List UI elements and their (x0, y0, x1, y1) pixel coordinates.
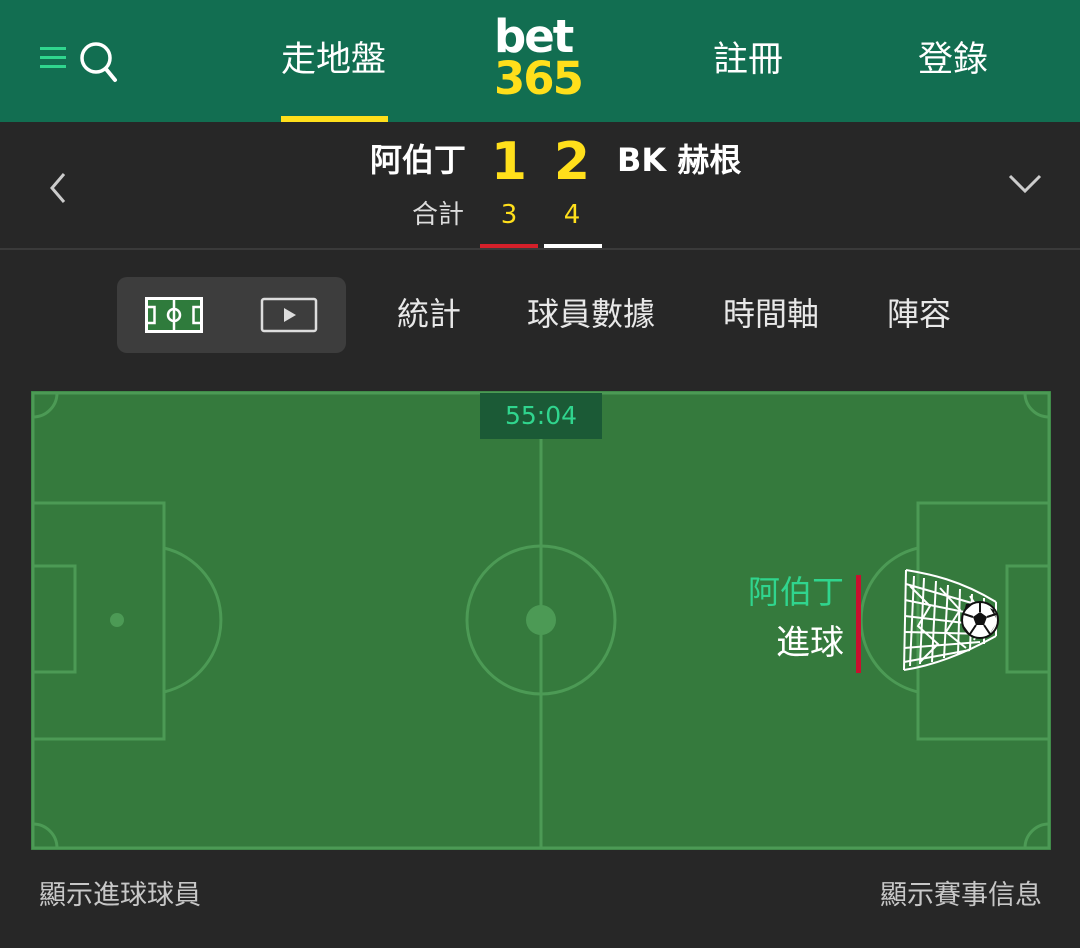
menu-icon[interactable] (40, 44, 70, 72)
show-scorers-link[interactable]: 顯示進球球員 (39, 876, 201, 916)
away-score: 2 (553, 132, 591, 192)
logo-text-bottom: 365 (494, 52, 584, 105)
top-header: 走地盤 bet 365 註冊 登錄 (0, 0, 1080, 122)
play-icon[interactable] (260, 297, 318, 333)
tab-lineup[interactable]: 陣容 (887, 292, 951, 336)
bet365-logo[interactable]: bet 365 (494, 14, 590, 102)
match-pitch (31, 391, 1051, 850)
match-scorebar: 阿伯丁 1 2 BK 赫根 合計 3 4 (0, 122, 1080, 250)
nav-register[interactable]: 註冊 (713, 36, 783, 84)
goal-net-ball-icon (903, 569, 999, 671)
nav-login[interactable]: 登錄 (918, 36, 988, 84)
event-team-name: 阿伯丁 (747, 573, 844, 611)
home-aggregate-score: 3 (500, 200, 518, 230)
tab-player-data[interactable]: 球員數據 (527, 292, 655, 336)
home-team-name: 阿伯丁 (369, 141, 466, 179)
event-type-label: 進球 (776, 623, 844, 663)
aggregate-label: 合計 (411, 200, 464, 230)
chevron-down-icon[interactable] (1006, 170, 1044, 198)
view-toggle (117, 277, 346, 353)
search-icon[interactable] (78, 40, 118, 84)
home-score: 1 (490, 132, 528, 192)
chevron-left-icon[interactable] (44, 168, 74, 208)
nav-live-betting[interactable]: 走地盤 (281, 36, 386, 84)
pitch-icon[interactable] (145, 297, 203, 333)
event-team-indicator (856, 575, 861, 673)
away-aggregate-score: 4 (563, 200, 581, 230)
tab-stats[interactable]: 統計 (397, 292, 461, 336)
home-team-color-bar (480, 244, 538, 248)
show-match-info-link[interactable]: 顯示賽事信息 (880, 876, 1042, 916)
away-team-name: BK 赫根 (617, 141, 742, 179)
tab-timeline[interactable]: 時間軸 (723, 292, 819, 336)
match-clock: 55:04 (480, 393, 602, 439)
away-team-color-bar (544, 244, 602, 248)
